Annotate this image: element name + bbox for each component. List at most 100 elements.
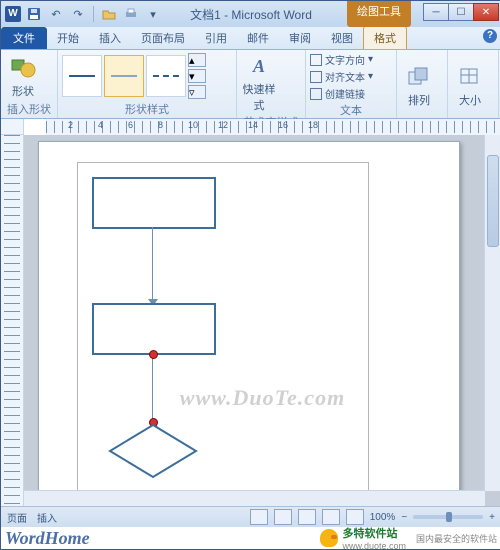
quick-access-toolbar: W ↶ ↷ ▾: [1, 5, 162, 23]
group-insert-shape-label: 插入形状: [5, 100, 53, 118]
group-insert-shape: 形状 插入形状: [1, 50, 58, 118]
scrollbar-vertical[interactable]: [484, 135, 500, 491]
style-gallery-up-icon[interactable]: ▴: [188, 53, 206, 67]
tab-home[interactable]: 开始: [47, 27, 89, 49]
tab-page-layout[interactable]: 页面布局: [131, 27, 195, 49]
scrollbar-thumb[interactable]: [487, 155, 499, 247]
flowchart-process-1[interactable]: [92, 177, 216, 229]
save-icon[interactable]: [25, 5, 43, 23]
duote-brand-name: 多特软件站: [342, 525, 406, 541]
shapes-icon: [9, 54, 37, 82]
zoom-slider[interactable]: [413, 515, 483, 519]
status-page: 页面: [7, 510, 27, 525]
tab-view[interactable]: 视图: [321, 27, 363, 49]
undo-icon[interactable]: ↶: [47, 5, 65, 23]
link-icon: [310, 88, 322, 100]
size-label: 大小: [452, 92, 488, 108]
view-full-screen-icon[interactable]: [274, 509, 292, 525]
redo-icon[interactable]: ↷: [69, 5, 87, 23]
group-size: 大小: [448, 50, 499, 118]
group-arrange: 排列: [397, 50, 448, 118]
arrange-label: 排列: [401, 92, 437, 108]
size-button[interactable]: 大小: [452, 63, 488, 108]
view-web-layout-icon[interactable]: [298, 509, 316, 525]
ruler-mark: 18: [308, 120, 318, 130]
title-bar: W ↶ ↷ ▾ 文档1 - Microsoft Word 绘图工具 ─ ☐ ✕: [1, 1, 500, 27]
ruler-mark: 12: [218, 120, 228, 130]
qat-separator: [93, 6, 94, 22]
ruler-mark: 16: [278, 120, 288, 130]
create-link-button[interactable]: 创建链接: [310, 86, 373, 101]
view-print-layout-icon[interactable]: [250, 509, 268, 525]
document-viewport[interactable]: ↖ www.DuoTe.com: [24, 135, 500, 507]
duote-branding: 多特软件站 www.duote.com 国内最安全的软件站: [320, 525, 497, 550]
quick-styles-button[interactable]: A 快速样式: [241, 52, 277, 113]
tab-format[interactable]: 格式: [363, 26, 407, 49]
zoom-level[interactable]: 100%: [370, 512, 396, 523]
group-shape-styles: ▴ ▾ ▿ 形状样式: [58, 50, 237, 118]
help-icon[interactable]: ?: [483, 29, 497, 43]
drawing-canvas[interactable]: ↖: [77, 162, 369, 504]
flowchart-decision[interactable]: [108, 423, 198, 479]
qat-open-icon[interactable]: [100, 5, 118, 23]
arrange-icon: [405, 63, 433, 91]
ruler-mark: 8: [158, 120, 163, 130]
group-wordart-styles: A 快速样式 艺术字样式: [237, 50, 306, 118]
arrange-button[interactable]: 排列: [401, 63, 437, 108]
tab-review[interactable]: 审阅: [279, 27, 321, 49]
qat-print-icon[interactable]: [122, 5, 140, 23]
ruler-mark: 6: [128, 120, 133, 130]
word-app-icon[interactable]: W: [5, 6, 21, 22]
close-button[interactable]: ✕: [473, 3, 499, 21]
size-icon: [456, 63, 484, 91]
ruler-mark: 4: [98, 120, 103, 130]
zoom-slider-thumb[interactable]: [446, 512, 452, 522]
window-controls: ─ ☐ ✕: [424, 3, 499, 21]
scrollbar-horizontal[interactable]: [24, 490, 485, 507]
ruler-horizontal[interactable]: 2 4 6 8 10 12 14 16 18: [46, 119, 500, 136]
ribbon: 形状 插入形状 ▴ ▾ ▿ 形状样式 A 快速样式 艺术字样式: [1, 50, 500, 119]
group-text: 文字方向▾ 对齐文本▾ 创建链接 文本: [306, 50, 397, 118]
group-shape-styles-label: 形状样式: [62, 100, 232, 118]
work-area: ↖ www.DuoTe.com: [1, 135, 500, 507]
shapes-button[interactable]: 形状: [5, 54, 41, 99]
wordhome-logo: WordHome: [5, 528, 90, 549]
ruler-corner: [1, 119, 24, 135]
shape-style-1[interactable]: [62, 55, 102, 97]
tab-insert[interactable]: 插入: [89, 27, 131, 49]
tab-file[interactable]: 文件: [1, 27, 47, 49]
connector-line-2[interactable]: [152, 353, 153, 421]
text-direction-button[interactable]: 文字方向▾: [310, 52, 373, 67]
align-text-icon: [310, 71, 322, 83]
maximize-button[interactable]: ☐: [448, 3, 474, 21]
zoom-in-button[interactable]: +: [489, 512, 495, 523]
duote-url: www.duote.com: [342, 541, 406, 550]
status-bar: 页面 插入 100% − +: [1, 506, 500, 527]
quick-styles-label: 快速样式: [241, 81, 277, 113]
contextual-tab-label: 绘图工具: [347, 1, 411, 27]
flowchart-process-2[interactable]: [92, 303, 216, 355]
connection-point-icon[interactable]: [149, 350, 158, 359]
style-gallery-down-icon[interactable]: ▾: [188, 69, 206, 83]
ruler-mark: 10: [188, 120, 198, 130]
view-outline-icon[interactable]: [322, 509, 340, 525]
ruler-mark: 14: [248, 120, 258, 130]
style-gallery-more-icon[interactable]: ▿: [188, 85, 206, 99]
ruler-vertical[interactable]: [1, 135, 24, 507]
tab-mailings[interactable]: 邮件: [237, 27, 279, 49]
document-page[interactable]: ↖: [38, 141, 460, 507]
align-text-button[interactable]: 对齐文本▾: [310, 69, 373, 84]
zoom-out-button[interactable]: −: [401, 512, 407, 523]
duote-tagline: 国内最安全的软件站: [416, 532, 497, 545]
tab-references[interactable]: 引用: [195, 27, 237, 49]
shape-style-2-selected[interactable]: [104, 55, 144, 97]
app-window: W ↶ ↷ ▾ 文档1 - Microsoft Word 绘图工具 ─ ☐ ✕ …: [0, 0, 500, 550]
view-draft-icon[interactable]: [346, 509, 364, 525]
minimize-button[interactable]: ─: [423, 3, 449, 21]
qat-customize-icon[interactable]: ▾: [144, 5, 162, 23]
connector-arrow-1[interactable]: [152, 227, 153, 301]
ribbon-tab-strip: 文件 开始 插入 页面布局 引用 邮件 审阅 视图 格式 ?: [1, 27, 500, 50]
group-text-label: 文本: [310, 101, 392, 119]
shape-style-3[interactable]: [146, 55, 186, 97]
status-insert-mode[interactable]: 插入: [37, 510, 57, 525]
